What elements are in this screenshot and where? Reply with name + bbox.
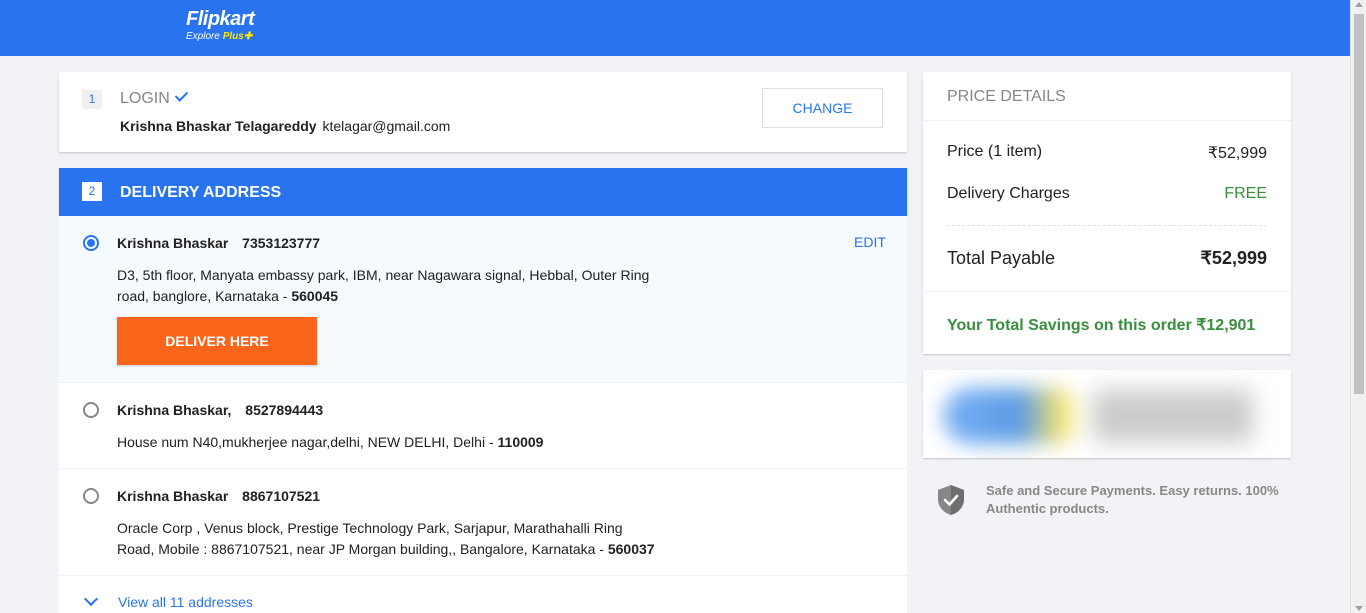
- address-option[interactable]: Krishna Bhaskar, 8527894443 House num N4…: [59, 383, 907, 469]
- total-payable-value: ₹52,999: [1200, 248, 1267, 268]
- price-label: Price (1 item): [947, 143, 1043, 160]
- address-text: House num N40,mukherjee nagar,delhi, NEW…: [117, 432, 657, 453]
- plus-icon: ✚: [243, 31, 253, 42]
- view-all-addresses[interactable]: View all 11 addresses: [59, 576, 907, 613]
- address-option[interactable]: Krishna Bhaskar 8867107521 Oracle Corp ,…: [59, 469, 907, 576]
- login-section: 1 LOGIN Krishna Bhaskar Telagareddy ktel…: [59, 72, 907, 152]
- address-name: Krishna Bhaskar: [117, 488, 229, 504]
- safe-payments-note: Safe and Secure Payments. Easy returns. …: [937, 482, 1287, 522]
- address-pincode: 560045: [291, 288, 339, 304]
- flipkart-logo[interactable]: Flipkart Explore Plus✚: [186, 8, 255, 43]
- price-row: Price (1 item) ₹52,999: [947, 143, 1267, 162]
- address-pincode: 110009: [497, 434, 544, 450]
- price-value: ₹52,999: [1207, 145, 1267, 162]
- login-title: LOGIN: [120, 90, 170, 107]
- address-header: Krishna Bhaskar, 8527894443: [117, 402, 323, 418]
- delivery-charges-label: Delivery Charges: [947, 185, 1070, 202]
- scroll-thumb[interactable]: [1354, 14, 1364, 394]
- address-name: Krishna Bhaskar,: [117, 402, 232, 418]
- safe-payments-text: Safe and Secure Payments. Easy returns. …: [986, 483, 1279, 516]
- address-header: Krishna Bhaskar 8867107521: [117, 488, 320, 504]
- total-payable-row: Total Payable ₹52,999: [947, 248, 1267, 269]
- divider: [947, 225, 1267, 226]
- price-details-title: PRICE DETAILS: [923, 72, 1291, 121]
- logo-tagline: Explore Plus✚: [186, 31, 254, 43]
- step-number: 1: [82, 90, 102, 109]
- delivery-title: DELIVERY ADDRESS: [120, 184, 282, 201]
- delivery-address-header: 2 DELIVERY ADDRESS: [59, 168, 907, 216]
- address-phone: 8527894443: [245, 402, 324, 418]
- address-option[interactable]: Krishna Bhaskar 7353123777 D3, 5th floor…: [59, 216, 907, 383]
- tagline-explore: Explore: [186, 31, 223, 42]
- promo-graphic: [943, 388, 1083, 444]
- user-name: Krishna Bhaskar Telagareddy: [120, 118, 317, 134]
- promo-graphic: [1093, 390, 1253, 442]
- blurred-promo-banner: [923, 370, 1291, 458]
- address-line: Oracle Corp , Venus block, Prestige Tech…: [117, 520, 623, 557]
- top-header: Flipkart Explore Plus✚: [0, 0, 1350, 56]
- address-phone: 7353123777: [242, 235, 321, 251]
- step-number: 2: [82, 182, 102, 201]
- chevron-down-icon: [83, 591, 99, 607]
- delivery-charges-row: Delivery Charges FREE: [947, 185, 1267, 203]
- address-radio-selected[interactable]: [83, 235, 99, 251]
- scroll-down-icon[interactable]: [1355, 606, 1363, 611]
- total-savings: Your Total Savings on this order ₹12,901: [923, 291, 1291, 358]
- address-name: Krishna Bhaskar: [117, 235, 229, 251]
- delivery-charges-value: FREE: [1224, 185, 1267, 202]
- address-header: Krishna Bhaskar 7353123777: [117, 235, 320, 251]
- user-email: ktelagar@gmail.com: [322, 118, 451, 134]
- address-phone: 8867107521: [242, 488, 321, 504]
- address-pincode: 560037: [607, 541, 655, 557]
- address-radio[interactable]: [83, 402, 99, 418]
- address-line: D3, 5th floor, Manyata embassy park, IBM…: [117, 267, 650, 304]
- edit-address-button[interactable]: EDIT: [854, 234, 886, 250]
- deliver-here-button[interactable]: DELIVER HERE: [117, 317, 317, 365]
- change-login-button[interactable]: CHANGE: [762, 88, 883, 128]
- address-text: D3, 5th floor, Manyata embassy park, IBM…: [117, 265, 657, 307]
- shield-check-icon: [938, 485, 964, 515]
- page-scrollbar[interactable]: [1350, 0, 1366, 613]
- address-text: Oracle Corp , Venus block, Prestige Tech…: [117, 518, 657, 560]
- total-payable-label: Total Payable: [947, 248, 1056, 268]
- logo-wordmark: Flipkart: [186, 8, 255, 30]
- checkmark-icon: [175, 88, 187, 100]
- address-radio[interactable]: [83, 488, 99, 504]
- scroll-up-icon[interactable]: [1355, 2, 1363, 7]
- login-info: Krishna Bhaskar Telagareddy ktelagar@gma…: [120, 118, 450, 134]
- view-all-addresses-link[interactable]: View all 11 addresses: [118, 594, 253, 610]
- price-details-card: PRICE DETAILS Price (1 item) ₹52,999 Del…: [923, 72, 1291, 354]
- tagline-plus: Plus: [222, 31, 244, 42]
- address-line: House num N40,mukherjee nagar,delhi, NEW…: [117, 434, 498, 450]
